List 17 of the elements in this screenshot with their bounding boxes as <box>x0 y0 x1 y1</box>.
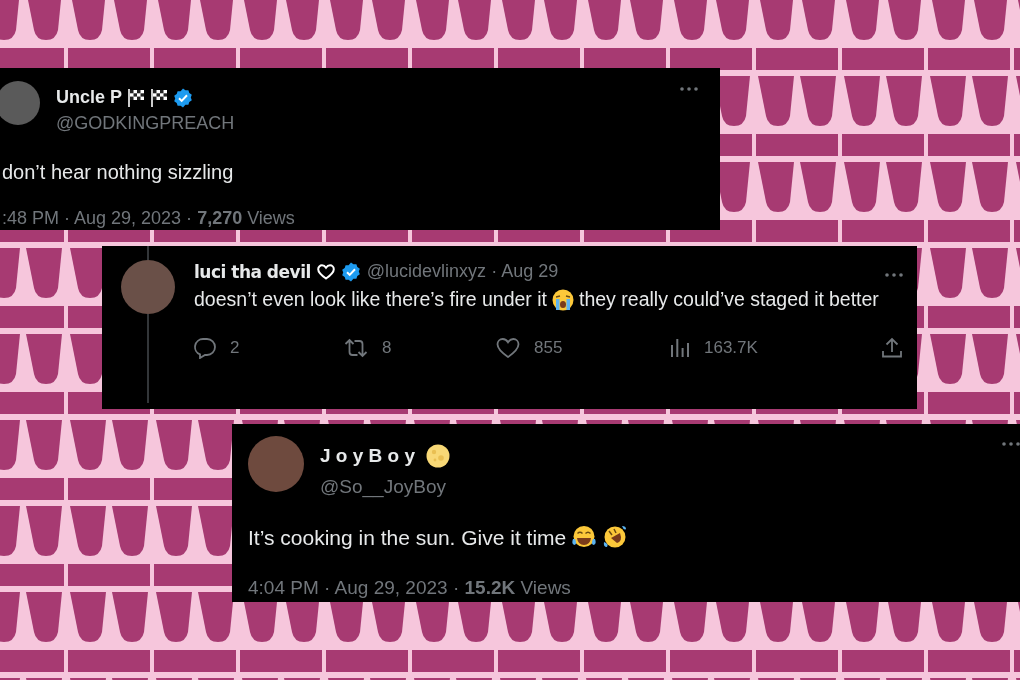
tweet-text: they really could’ve staged it <box>579 288 824 311</box>
author-handle[interactable]: @lucidevlinxyz · Aug 29 <box>366 261 559 282</box>
tweet-text: better <box>829 288 879 311</box>
retweet-button[interactable]: 8 <box>344 337 392 360</box>
tweet-timestamp: 4:04 PM · Aug 29, 2023 · 15.2K Views <box>248 576 572 599</box>
author-name[interactable]: luci tha devil <box>194 261 311 282</box>
author-name[interactable]: J o y B o y <box>320 445 416 467</box>
author-name[interactable]: Uncle P <box>56 87 123 108</box>
author-handle[interactable]: @GODKINGPREACH <box>56 113 664 134</box>
views-button[interactable]: 163.7K <box>670 337 758 360</box>
tweet-text: don’t hear nothing sizzling <box>2 161 234 184</box>
like-button[interactable]: 855 <box>496 337 563 360</box>
reply-button[interactable]: 2 <box>194 337 240 360</box>
author-handle[interactable]: @So__JoyBoy <box>320 476 986 498</box>
tweet-text: doesn’t even look like there’s fire under it <box>194 288 547 311</box>
tweet-text: It’s cooking in the sun. Give it time <box>248 525 567 549</box>
tweet-timestamp: :48 PM · Aug 29, 2023 · 7,270 Views <box>2 208 296 230</box>
